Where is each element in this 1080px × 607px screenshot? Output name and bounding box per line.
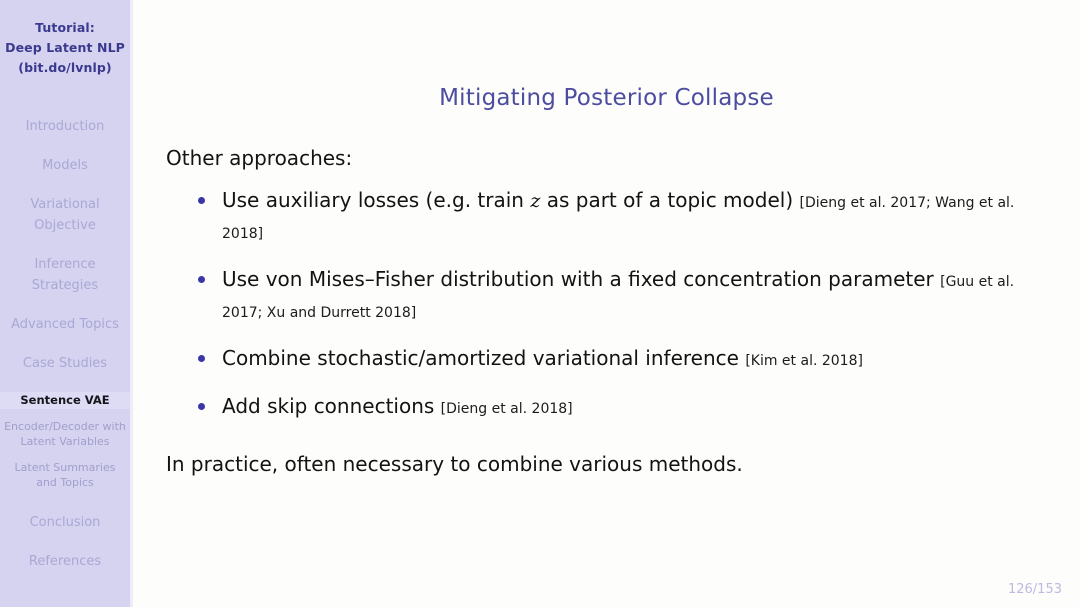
slide-content: Other approaches: Use auxiliary losses (… (133, 145, 1080, 477)
sidebar-item-inference-strategies[interactable]: Inference Strategies (0, 254, 130, 296)
bullet-item: Use von Mises–Fisher distribution with a… (196, 266, 1058, 328)
bullet-math-variable: z (530, 190, 541, 212)
bullet-item: Add skip connections [Dieng et al. 2018] (196, 393, 1058, 424)
bullet-text-before: Add skip connections (222, 394, 435, 418)
bullet-dot-icon (198, 403, 205, 410)
bullet-dot-icon (198, 276, 205, 283)
deck-title-line-1: Tutorial: (35, 20, 95, 35)
sidebar-subitem-encoder-decoder-with-latent-variables[interactable]: Encoder/Decoder with Latent Variables (0, 419, 130, 449)
lead-text: Other approaches: (166, 146, 353, 170)
bullet-text-before: Use auxiliary losses (e.g. train (222, 188, 531, 212)
bullet-citation: [Kim et al. 2018] (745, 353, 863, 369)
slide-body: Mitigating Posterior Collapse Other appr… (133, 0, 1080, 607)
sidebar-subitem-latent-summaries-and-topics[interactable]: Latent Summaries and Topics (0, 460, 130, 490)
bullet-dot-icon (198, 355, 205, 362)
sidebar-item-case-studies[interactable]: Case Studies (0, 353, 130, 374)
page-number: 126/153 (1007, 582, 1062, 597)
table-of-contents: Introduction Models Variational Objectiv… (0, 116, 130, 572)
closing-text: In practice, often necessary to combine … (166, 452, 743, 476)
deck-title-line-2: Deep Latent NLP (5, 40, 125, 55)
bullet-item: Combine stochastic/amortized variational… (196, 345, 1058, 376)
bullet-text-before: Use von Mises–Fisher distribution with a… (222, 267, 934, 291)
bullet-list: Use auxiliary losses (e.g. train z as pa… (166, 187, 1058, 424)
bullet-text-after: as part of a topic model) (540, 188, 794, 212)
slide-title: Mitigating Posterior Collapse (439, 85, 774, 111)
sidebar-item-references[interactable]: References (0, 551, 130, 572)
bullet-citation: [Dieng et al. 2018] (440, 401, 573, 417)
sidebar-item-variational-objective[interactable]: Variational Objective (0, 194, 130, 236)
deck-title-line-3: (bit.do/lvnlp) (18, 60, 112, 75)
slide-root: Tutorial: Deep Latent NLP (bit.do/lvnlp)… (0, 0, 1080, 607)
bullet-dot-icon (198, 197, 205, 204)
sidebar-item-conclusion[interactable]: Conclusion (0, 512, 130, 533)
bullet-text-before: Combine stochastic/amortized variational… (222, 346, 739, 370)
deck-title: Tutorial: Deep Latent NLP (bit.do/lvnlp) (0, 0, 130, 78)
sidebar-item-models[interactable]: Models (0, 155, 130, 176)
sidebar-navigation: Tutorial: Deep Latent NLP (bit.do/lvnlp)… (0, 0, 133, 607)
sidebar-subitem-sentence-vae[interactable]: Sentence VAE (0, 392, 130, 409)
bullet-item: Use auxiliary losses (e.g. train z as pa… (196, 187, 1058, 249)
sidebar-item-advanced-topics[interactable]: Advanced Topics (0, 314, 130, 335)
sidebar-item-introduction[interactable]: Introduction (0, 116, 130, 137)
